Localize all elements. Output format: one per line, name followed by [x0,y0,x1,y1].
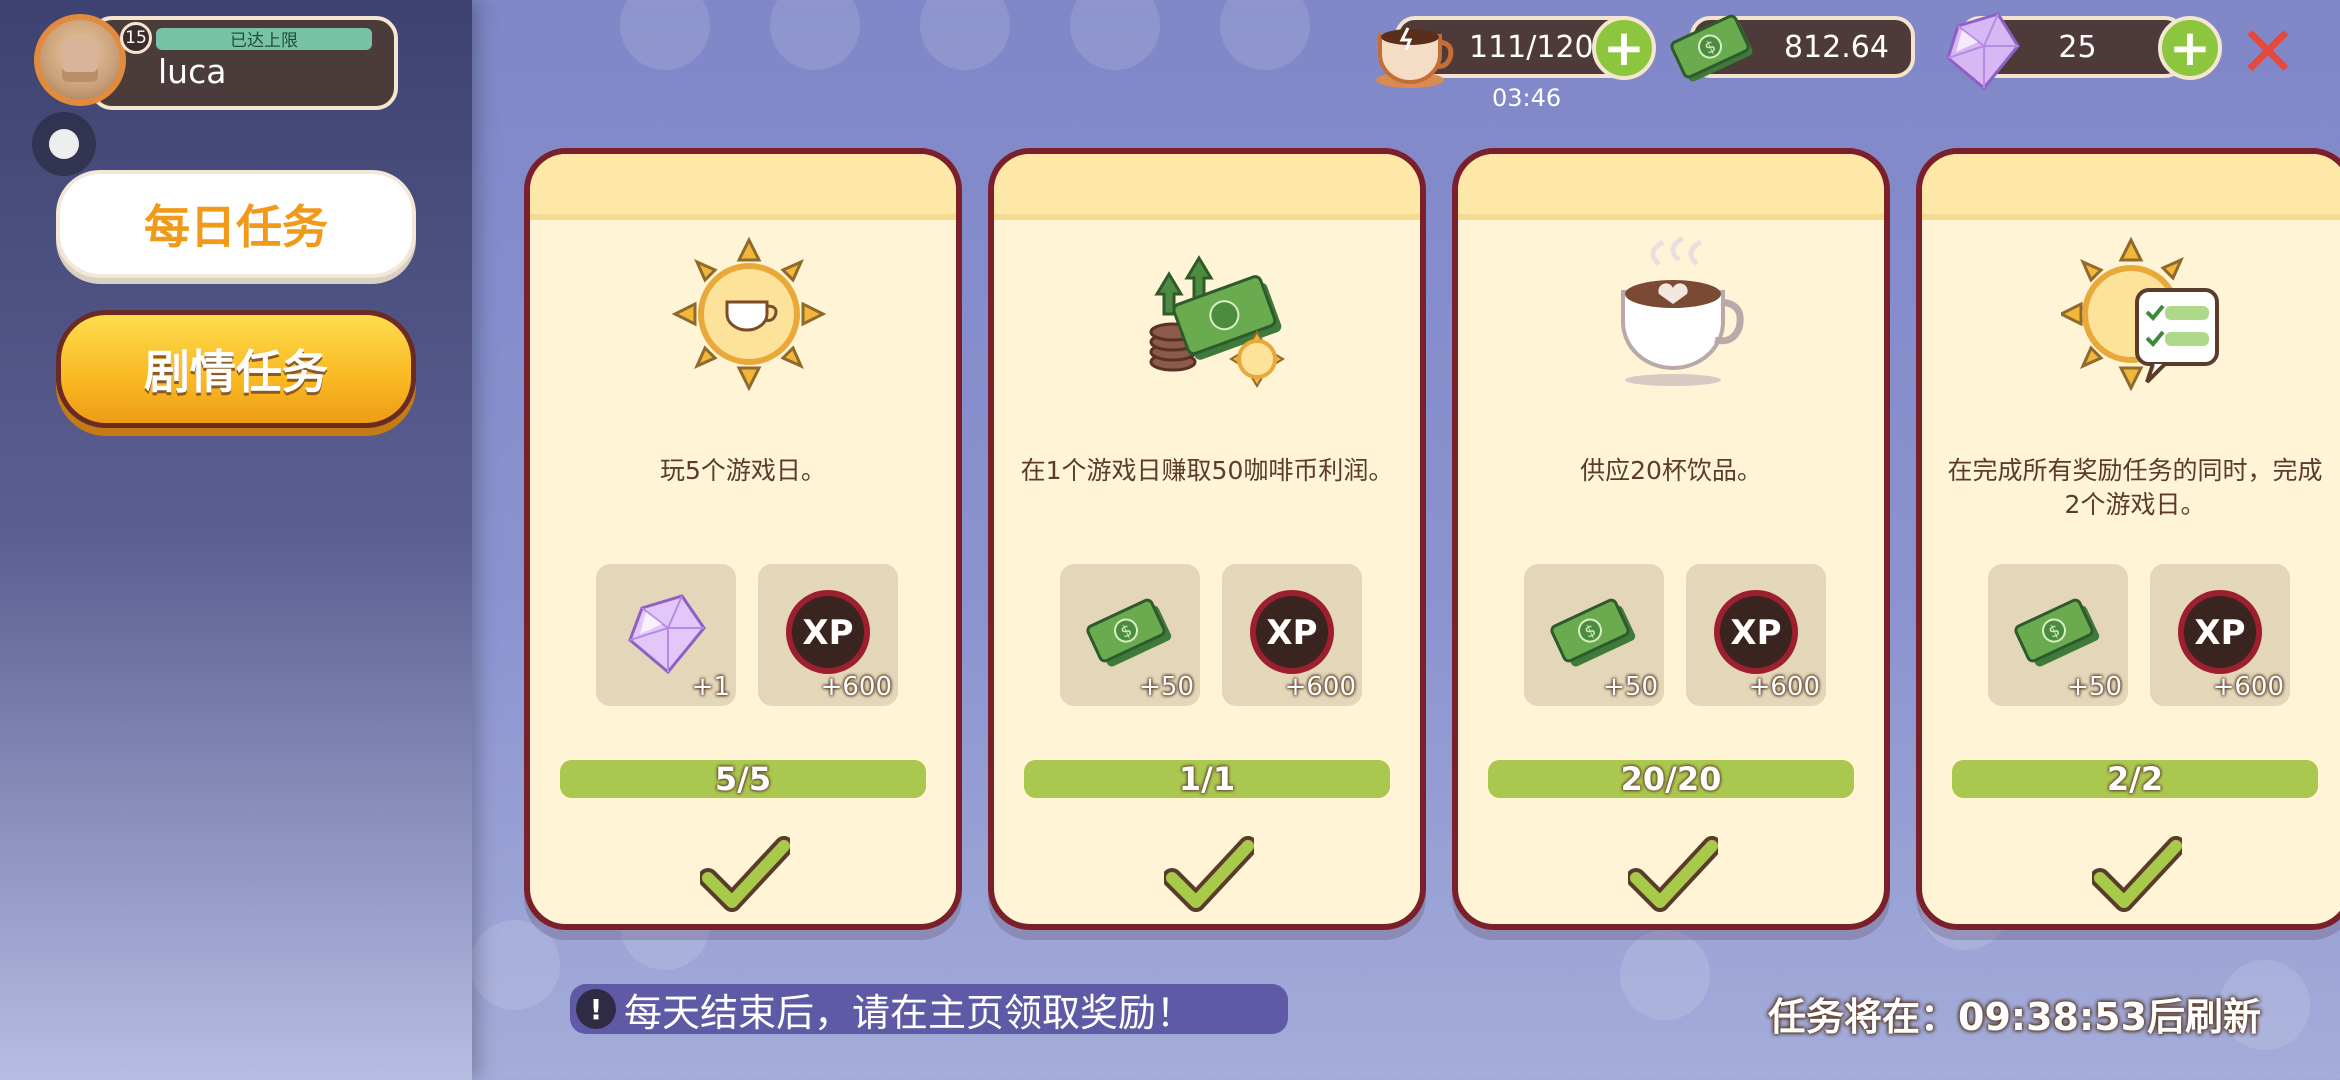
checkmark-icon [700,836,790,912]
reward-slot: XP +600 [1686,564,1826,706]
svg-text:XP: XP [1266,613,1317,653]
cash-icon: $ [1086,598,1172,667]
reward-amount: +1 [691,672,730,702]
sun-coffee-icon [671,236,827,392]
cash-growth-icon [1149,255,1285,388]
xp-icon: XP [2178,590,2262,674]
reward-amount: +600 [2212,672,2284,702]
xp-bar: 已达上限 [156,28,372,51]
xp-icon: XP [1250,590,1334,674]
tab-story-quests[interactable]: 剧情任务 [56,310,416,428]
xp-bar-label: 已达上限 [230,31,298,51]
quest-progress-bar: 2/2 [1952,760,2318,798]
tab-daily-quests[interactable]: 每日任务 [56,170,416,278]
level-badge: 15 [120,22,152,54]
add-energy-button[interactable]: + [1592,16,1656,80]
quest-description: 在完成所有奖励任务的同时，完成2个游戏日。 [1947,456,2323,519]
cash-value: 812.64 [1784,29,1889,65]
checkmark-icon [2092,836,2182,912]
quest-card[interactable]: 玩5个游戏日。 +1 XP +600 5/5 [524,148,962,930]
reward-amount: +50 [1603,672,1658,702]
xp-icon: XP [786,590,870,674]
reward-amount: +50 [2067,672,2122,702]
add-gems-button[interactable]: + [2158,16,2222,80]
coffee-icon [1376,27,1454,88]
latte-icon [1621,235,1744,386]
gem-icon [628,594,706,675]
quest-progress-label: 1/1 [1178,760,1236,798]
quest-progress-label: 20/20 [1620,760,1722,798]
cash-icon: $ [2014,598,2100,667]
xp-icon: XP [1714,590,1798,674]
gem-value: 25 [2058,29,2097,65]
svg-text:XP: XP [2194,613,2245,653]
reward-notice: ! 每天结束后，请在主页领取奖励！ [570,984,1288,1035]
reward-slot: XP +600 [2150,564,2290,706]
reward-amount: +50 [1139,672,1194,702]
quest-card[interactable]: 在1个游戏日赚取50咖啡币利润。 $ +50 XP +600 1/1 [988,148,1426,930]
reward-slot: $ +50 [1060,564,1200,706]
cash-icon: $ [1670,14,1753,82]
exclamation-icon: ! [576,989,616,1029]
checkmark-icon [1628,836,1718,912]
reward-slot: $ +50 [1524,564,1664,706]
quest-description: 在1个游戏日赚取50咖啡币利润。 [1020,456,1394,485]
reward-slot: +1 [596,564,736,706]
svg-text:XP: XP [802,613,853,653]
quest-progress-bar: 20/20 [1488,760,1854,798]
close-icon[interactable]: ✕ [2238,17,2298,87]
quest-progress-label: 5/5 [714,760,772,798]
quest-description: 供应20杯饮品。 [1580,456,1762,485]
player-name: luca [158,52,227,91]
cash-icon: $ [1550,598,1636,667]
avatar[interactable] [34,14,126,106]
reward-amount: +600 [820,672,892,702]
sun-checklist-icon [2061,236,2219,392]
quest-card[interactable]: 在完成所有奖励任务的同时，完成2个游戏日。 $ +50 XP +600 2/2 [1916,148,2340,930]
quest-card[interactable]: 供应20杯饮品。 $ +50 XP +600 20/20 [1452,148,1890,930]
energy-timer: 03:46 [1492,84,1562,112]
reward-amount: +600 [1284,672,1356,702]
gem-icon [1946,12,2020,91]
refresh-timer: 任务将在：09:38:53后刷新 [1768,995,2262,1039]
checkmark-icon [1164,836,1254,912]
quest-progress-bar: 1/1 [1024,760,1390,798]
floating-toggle-button[interactable] [32,112,96,176]
svg-text:XP: XP [1730,613,1781,653]
reward-slot: $ +50 [1988,564,2128,706]
reward-slot: XP +600 [758,564,898,706]
reward-slot: XP +600 [1222,564,1362,706]
reward-notice-text: 每天结束后，请在主页领取奖励！ [624,990,1195,1035]
quest-progress-bar: 5/5 [560,760,926,798]
energy-value: 111/120 [1469,29,1594,65]
quest-progress-label: 2/2 [2106,760,2164,798]
quest-description: 玩5个游戏日。 [660,456,826,485]
reward-amount: +600 [1748,672,1820,702]
